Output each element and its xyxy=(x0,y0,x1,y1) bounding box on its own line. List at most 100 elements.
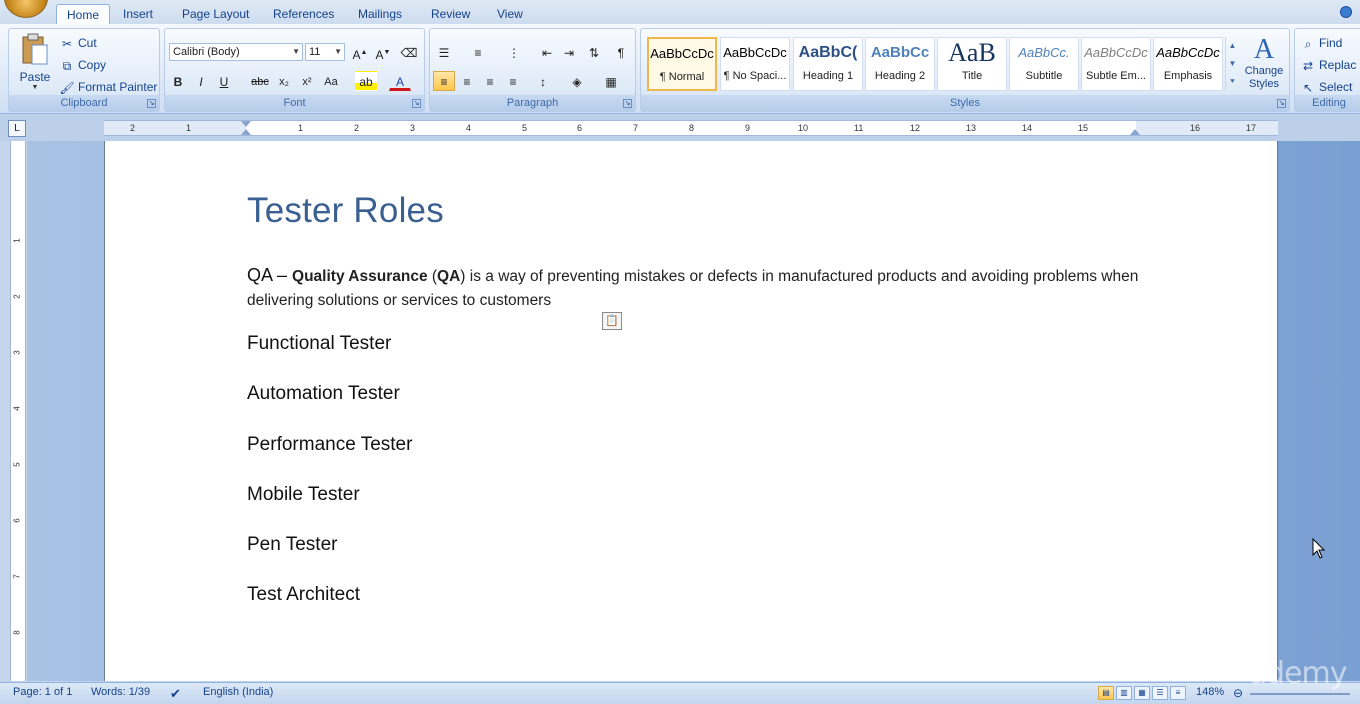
print-layout-icon[interactable]: ▤ xyxy=(1098,686,1114,700)
align-right-icon[interactable]: ≡ xyxy=(479,71,501,91)
style-normal[interactable]: AaBbCcDc ¶ Normal xyxy=(647,37,717,91)
strikethrough-icon[interactable]: abc xyxy=(249,71,271,91)
font-launcher-icon[interactable]: ↘ xyxy=(412,99,421,108)
style-no-spacing[interactable]: AaBbCcDc ¶ No Spaci... xyxy=(720,37,790,91)
borders-icon[interactable]: ▦ xyxy=(600,71,622,91)
style-subtitle[interactable]: AaBbCc. Subtitle xyxy=(1009,37,1079,91)
subscript-icon[interactable]: x₂ xyxy=(273,71,295,91)
italic-icon[interactable]: I xyxy=(190,71,212,91)
role-item[interactable]: Mobile Tester xyxy=(247,484,360,506)
web-layout-icon[interactable]: ▦ xyxy=(1134,686,1150,700)
outline-icon[interactable]: ☰ xyxy=(1152,686,1168,700)
ruler-tick: 2 xyxy=(130,123,136,133)
zoom-level[interactable]: 148% xyxy=(1196,686,1224,698)
role-item[interactable]: Pen Tester xyxy=(247,534,337,556)
zoom-out-icon[interactable]: ⊖ xyxy=(1233,686,1243,700)
role-item[interactable]: Test Architect xyxy=(247,584,360,606)
proofing-icon[interactable]: ✔ xyxy=(170,686,181,702)
chevron-down-icon[interactable]: ▼ xyxy=(1226,55,1239,73)
role-item[interactable]: Automation Tester xyxy=(247,383,400,405)
clear-formatting-icon[interactable]: ⌫ xyxy=(398,42,420,62)
left-indent-marker[interactable] xyxy=(241,129,251,135)
align-center-icon[interactable]: ≡ xyxy=(456,71,478,91)
tab-selector[interactable]: L xyxy=(8,120,26,137)
copy-button[interactable]: ⧉ Copy xyxy=(59,55,106,75)
role-item[interactable]: Performance Tester xyxy=(247,434,412,456)
highlight-icon[interactable]: ab xyxy=(355,71,377,91)
style-heading-1[interactable]: AaBbC( Heading 1 xyxy=(793,37,863,91)
replace-button[interactable]: ⇄ Replac xyxy=(1300,55,1356,75)
style-name: Title xyxy=(961,70,983,82)
right-indent-marker[interactable] xyxy=(1130,129,1140,135)
format-painter-button[interactable]: 🖌 Format Painter xyxy=(59,77,157,97)
paste-options-icon[interactable]: 📋 xyxy=(602,312,622,330)
shrink-font-icon[interactable]: A▼ xyxy=(372,42,394,62)
more-styles-icon[interactable]: ⯆ xyxy=(1226,73,1239,91)
justify-icon[interactable]: ≡ xyxy=(502,71,524,91)
paste-icon xyxy=(22,33,48,65)
zoom-slider[interactable] xyxy=(1250,693,1350,695)
font-color-icon[interactable]: A xyxy=(389,71,411,91)
clipboard-launcher-icon[interactable]: ↘ xyxy=(147,99,156,108)
full-screen-reading-icon[interactable]: ▥ xyxy=(1116,686,1132,700)
word-count[interactable]: Words: 1/39 xyxy=(91,686,150,698)
line-spacing-icon[interactable]: ↕ xyxy=(532,71,554,91)
shading-icon[interactable]: ◈ xyxy=(566,71,588,91)
chevron-up-icon[interactable]: ▲ xyxy=(1226,37,1239,55)
paragraph-launcher-icon[interactable]: ↘ xyxy=(623,99,632,108)
multilevel-list-icon[interactable]: ⋮ xyxy=(503,42,525,62)
font-size-dropdown-icon[interactable]: ▼ xyxy=(334,44,342,60)
cut-button[interactable]: ✂ Cut xyxy=(59,33,97,53)
font-name-dropdown-icon[interactable]: ▼ xyxy=(292,44,300,60)
role-item[interactable]: Functional Tester xyxy=(247,333,391,355)
tab-home[interactable]: Home xyxy=(56,4,111,24)
paste-button[interactable]: Paste ▼ xyxy=(15,33,55,95)
style-subtle-emphasis[interactable]: AaBbCcDc Subtle Em... xyxy=(1081,37,1151,91)
tab-mailings[interactable]: Mailings xyxy=(348,4,412,24)
first-line-indent-marker[interactable] xyxy=(241,121,251,127)
tab-review[interactable]: Review xyxy=(421,4,480,24)
bullets-icon[interactable]: ☰ xyxy=(433,42,455,62)
help-icon[interactable] xyxy=(1340,6,1352,18)
superscript-icon[interactable]: x² xyxy=(296,71,318,91)
styles-gallery-scroll[interactable]: ▲ ▼ ⯆ xyxy=(1225,37,1239,91)
document-page[interactable]: Tester Roles QA – Quality Assurance (QA)… xyxy=(104,141,1278,681)
style-sample: AaBbCcDc xyxy=(1156,45,1220,60)
change-styles-button[interactable]: A Change Styles xyxy=(1241,35,1287,91)
font-size-combo[interactable]: 11 ▼ xyxy=(305,43,345,61)
select-button[interactable]: ↖ Select xyxy=(1300,77,1352,97)
sort-icon[interactable]: ⇅ xyxy=(583,42,605,62)
align-left-icon[interactable]: ≡ xyxy=(433,71,455,91)
grow-font-icon[interactable]: A▲ xyxy=(349,42,371,62)
style-heading-2[interactable]: AaBbCc Heading 2 xyxy=(865,37,935,91)
styles-launcher-icon[interactable]: ↘ xyxy=(1277,99,1286,108)
find-button[interactable]: ⌕ Find xyxy=(1300,33,1343,53)
paste-dropdown-icon[interactable]: ▼ xyxy=(15,84,55,91)
horizontal-ruler[interactable]: 2 1 1 2 3 4 5 6 7 8 9 10 11 12 13 14 15 … xyxy=(104,120,1278,136)
tab-view[interactable]: View xyxy=(487,4,533,24)
underline-icon[interactable]: U xyxy=(213,71,235,91)
bold-icon[interactable]: B xyxy=(167,71,189,91)
language[interactable]: English (India) xyxy=(203,686,273,698)
draft-icon[interactable]: ≡ xyxy=(1170,686,1186,700)
font-name-combo[interactable]: Calibri (Body) ▼ xyxy=(169,43,303,61)
watermark-text: udemy xyxy=(1248,656,1347,691)
increase-indent-icon[interactable]: ⇥ xyxy=(558,42,580,62)
mouse-pointer-icon xyxy=(1312,538,1326,559)
show-hide-icon[interactable]: ¶ xyxy=(610,42,632,62)
paragraph-group: ☰ ≡ ⋮ ⇤ ⇥ ⇅ ¶ ≡ ≡ ≡ ≡ ↕ ◈ ▦ Paragraph ↘ xyxy=(429,28,636,112)
vertical-ruler[interactable]: 1 2 3 4 5 6 7 8 xyxy=(10,141,26,681)
office-button[interactable] xyxy=(4,0,48,18)
style-title[interactable]: AaB Title xyxy=(937,37,1007,91)
tab-references[interactable]: References xyxy=(263,4,344,24)
document-title[interactable]: Tester Roles xyxy=(247,191,444,231)
tab-page-layout[interactable]: Page Layout xyxy=(172,4,259,24)
tab-insert[interactable]: Insert xyxy=(113,4,163,24)
decrease-indent-icon[interactable]: ⇤ xyxy=(536,42,558,62)
qa-paragraph[interactable]: QA – Quality Assurance (QA) is a way of … xyxy=(247,263,1147,313)
style-emphasis[interactable]: AaBbCcDc Emphasis xyxy=(1153,37,1223,91)
numbering-icon[interactable]: ≡ xyxy=(467,42,489,62)
clipboard-group: Paste ▼ ✂ Cut ⧉ Copy 🖌 Format Painter Clipb… xyxy=(8,28,160,112)
page-count[interactable]: Page: 1 of 1 xyxy=(13,686,72,698)
change-case-icon[interactable]: Aa xyxy=(320,71,342,91)
